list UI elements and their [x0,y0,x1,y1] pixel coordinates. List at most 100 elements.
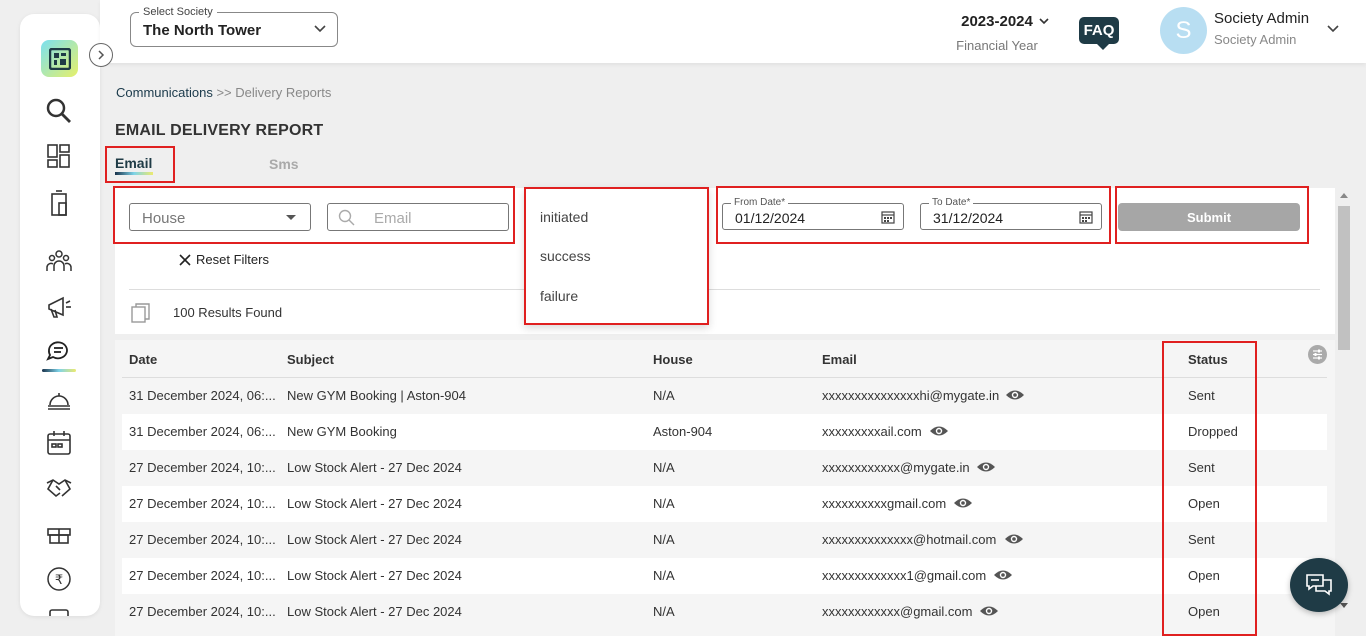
from-date-label: From Date* [731,197,789,208]
page-title: EMAIL DELIVERY REPORT [115,122,324,139]
cell-date: 31 December 2024, 06:... [129,424,276,439]
financial-year-value: 2023-2024 [961,13,1033,30]
table-row[interactable]: 27 December 2024, 10:... Low Stock Alert … [122,522,1327,558]
view-email-eye-icon[interactable] [1004,532,1024,546]
results-count: 100 Results Found [173,305,283,320]
cell-date: 27 December 2024, 10:... [129,532,276,547]
close-icon [179,253,191,266]
user-name: Society Admin [1214,10,1310,27]
sidebar: ₹ [20,14,100,616]
cell-subject: New GYM Booking | Aston-904 [287,388,466,403]
logo-icon [48,47,71,70]
status-dropdown-menu: initiated success failure [524,187,709,325]
table-row[interactable]: 31 December 2024, 06:... New GYM Booking A… [122,414,1327,450]
community-icon[interactable] [44,246,74,276]
app-logo[interactable] [41,40,78,77]
cell-subject: Low Stock Alert - 27 Dec 2024 [287,568,462,583]
table-row[interactable]: 27 December 2024, 10:... Low Stock Alert … [122,486,1327,522]
handshake-icon[interactable] [44,472,74,502]
panel-divider [129,289,1320,290]
svg-text:₹: ₹ [55,573,63,588]
chevron-down-icon [314,25,326,33]
column-header-date[interactable]: Date [129,352,157,367]
active-nav-indicator [42,369,76,372]
reset-filters-label: Reset Filters [196,252,269,267]
table-row[interactable]: 31 December 2024, 06:... New GYM Booking … [122,378,1327,414]
cell-subject: Low Stock Alert - 27 Dec 2024 [287,496,462,511]
house-select[interactable]: House [129,203,311,231]
status-option-failure[interactable]: failure [540,288,578,304]
email-input-placeholder: Email [374,210,412,227]
cell-email: xxxxxxxxxxxxxxxhi@mygate.in [822,388,1000,403]
view-email-eye-icon[interactable] [993,568,1013,582]
concierge-icon[interactable] [44,384,74,414]
society-select-label: Select Society [139,6,217,18]
house-select-placeholder: House [142,210,186,227]
cell-email: xxxxxxxxxail.com [822,424,922,439]
column-header-subject[interactable]: Subject [287,352,334,367]
user-menu-chevron-icon[interactable] [1326,22,1340,36]
cell-date: 27 December 2024, 10:... [129,496,276,511]
cell-house: N/A [653,460,675,475]
cell-subject: Low Stock Alert - 27 Dec 2024 [287,604,462,619]
table-row[interactable]: 27 December 2024, 10:... Low Stock Alert … [122,594,1327,630]
calendar-icon[interactable] [881,210,895,224]
cell-email: xxxxxxxxxxxx@mygate.in [822,460,970,475]
scrollbar-thumb[interactable] [1338,206,1350,350]
cell-email: xxxxxxxxxxxxxx@hotmail.com [822,532,997,547]
breadcrumb: Communications >> Delivery Reports [116,85,331,100]
financial-year-selector[interactable]: 2023-2024 Financial Year [950,13,1049,53]
breadcrumb-root[interactable]: Communications [116,85,213,100]
cell-email: xxxxxxxxxxgmail.com [822,496,947,511]
table-row[interactable]: 27 December 2024, 10:... Low Stock Alert … [122,450,1327,486]
view-email-eye-icon[interactable] [1005,388,1025,402]
email-search-input[interactable]: Email [327,203,509,231]
from-date-field[interactable]: From Date* 01/12/2024 [722,197,904,230]
search-icon[interactable] [44,96,74,126]
gift-icon[interactable] [44,518,74,548]
cell-email: xxxxxxxxxxxxx1@gmail.com [822,568,987,583]
building-icon[interactable] [44,188,74,218]
copy-icon[interactable] [130,302,152,324]
view-email-eye-icon[interactable] [976,460,996,474]
society-select[interactable]: Select Society The North Tower [130,6,338,47]
from-date-value: 01/12/2024 [735,210,806,226]
reset-filters-button[interactable]: Reset Filters [178,252,269,267]
tab-email[interactable]: Email [105,146,175,183]
calendar-icon[interactable] [44,428,74,458]
view-email-eye-icon[interactable] [953,496,973,510]
calendar-icon[interactable] [1079,210,1093,224]
announcement-icon[interactable] [44,292,74,322]
status-option-success[interactable]: success [540,248,591,264]
chevron-down-icon [1039,18,1049,25]
avatar[interactable]: S [1160,7,1207,54]
cell-subject: Low Stock Alert - 27 Dec 2024 [287,532,462,547]
table-row[interactable]: 27 December 2024, 10:... Low Stock Alert … [122,558,1327,594]
sliders-icon [1313,349,1322,360]
document-icon[interactable] [44,606,74,616]
column-header-house[interactable]: House [653,352,693,367]
scroll-up-arrow[interactable] [1340,193,1348,198]
sidebar-toggle-button[interactable] [89,43,113,67]
column-settings-button[interactable] [1308,345,1327,364]
communications-icon[interactable] [44,337,74,367]
view-email-eye-icon[interactable] [929,424,949,438]
submit-button[interactable]: Submit [1118,203,1300,231]
search-icon [338,209,355,226]
cell-house: N/A [653,532,675,547]
dashboard-icon[interactable] [44,141,74,171]
view-email-eye-icon[interactable] [979,604,999,618]
status-option-initiated[interactable]: initiated [540,209,588,225]
rupee-icon[interactable]: ₹ [44,564,74,594]
cell-house: N/A [653,496,675,511]
tab-sms[interactable]: Sms [269,156,299,172]
cell-date: 31 December 2024, 06:... [129,388,276,403]
chat-support-button[interactable] [1290,558,1348,612]
society-select-value: The North Tower [143,22,262,39]
cell-house: N/A [653,568,675,583]
scroll-down-arrow[interactable] [1340,603,1348,608]
user-role: Society Admin [1214,32,1297,47]
column-header-email[interactable]: Email [822,352,857,367]
to-date-field[interactable]: To Date* 31/12/2024 [920,197,1102,230]
faq-button[interactable]: FAQ [1079,17,1119,50]
